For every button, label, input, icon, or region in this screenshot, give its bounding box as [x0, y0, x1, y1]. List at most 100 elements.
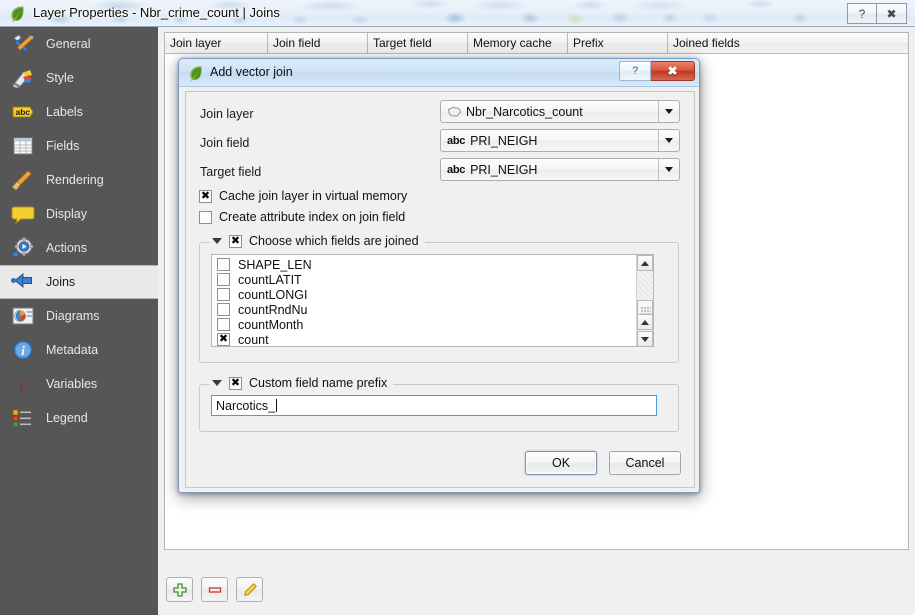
field-list-item[interactable]: countMonth — [212, 317, 653, 332]
column-header[interactable]: Memory cache — [468, 33, 568, 54]
speech-bubble-icon — [10, 202, 36, 226]
column-header[interactable]: Target field — [368, 33, 468, 54]
abc-type-icon: abc — [447, 135, 465, 147]
sidebar-item-display[interactable]: Display — [0, 197, 158, 231]
sidebar-item-legend[interactable]: Legend — [0, 401, 158, 435]
sidebar-item-label: Display — [46, 207, 87, 221]
target-field-dropdown-arrow[interactable] — [658, 159, 679, 180]
sidebar-item-joins[interactable]: Joins — [0, 265, 158, 299]
choose-fields-checkbox[interactable] — [229, 235, 242, 248]
field-item-label: countMonth — [238, 318, 303, 332]
sidebar-item-metadata[interactable]: i Metadata — [0, 333, 158, 367]
column-header[interactable]: Joined fields — [668, 33, 908, 54]
field-list-item[interactable]: count — [212, 332, 653, 347]
edit-join-button[interactable] — [236, 577, 263, 602]
scroll-down-arrow[interactable] — [637, 331, 653, 347]
join-field-combo[interactable]: abc PRI_NEIGH — [440, 129, 680, 152]
sidebar-item-fields[interactable]: Fields — [0, 129, 158, 163]
field-item-checkbox[interactable] — [217, 318, 230, 331]
choose-fields-label: Choose which fields are joined — [249, 234, 419, 248]
join-layer-label: Join layer — [200, 107, 254, 121]
sidebar-item-style[interactable]: Style — [0, 61, 158, 95]
joined-fields-list[interactable]: SHAPE_LENcountLATITcountLONGIcountRndNuc… — [211, 254, 654, 347]
custom-prefix-group: Custom field name prefix Narcotics_ — [199, 384, 679, 432]
join-layer-label-row: Join layer — [200, 102, 254, 125]
joins-toolbar — [166, 577, 263, 602]
field-list-item[interactable]: countLONGI — [212, 287, 653, 302]
scroll-up-arrow[interactable] — [637, 255, 653, 271]
sidebar-item-actions[interactable]: Actions — [0, 231, 158, 265]
abc-type-icon: abc — [447, 164, 465, 176]
dialog-ok-button[interactable]: OK — [525, 451, 597, 475]
custom-prefix-input[interactable]: Narcotics_ — [211, 395, 657, 416]
dialog-close-button[interactable]: ✖ — [651, 61, 695, 81]
field-item-checkbox[interactable] — [217, 333, 230, 346]
field-item-checkbox[interactable] — [217, 303, 230, 316]
join-field-label-row: Join field — [200, 131, 249, 154]
yellow-pencil-icon — [242, 582, 258, 598]
custom-prefix-group-title: Custom field name prefix — [210, 376, 393, 390]
sidebar-item-label: Actions — [46, 241, 87, 255]
field-item-checkbox[interactable] — [217, 288, 230, 301]
properties-sidebar: General Style abcLabels Fields — [0, 27, 158, 615]
field-item-label: count — [238, 333, 269, 347]
qgis-leaf-icon — [188, 65, 204, 81]
cache-join-layer-label: Cache join layer in virtual memory — [219, 189, 407, 203]
join-layer-combo[interactable]: Nbr_Narcotics_count — [440, 100, 680, 123]
join-field-dropdown-arrow[interactable] — [658, 130, 679, 151]
window-title: Layer Properties - Nbr_crime_count | Joi… — [33, 5, 280, 20]
attribute-index-checkbox-row[interactable]: Create attribute index on join field — [199, 210, 405, 224]
add-join-button[interactable] — [166, 577, 193, 602]
sidebar-item-variables[interactable]: ε Variables — [0, 367, 158, 401]
attribute-index-label: Create attribute index on join field — [219, 210, 405, 224]
sidebar-item-label: Rendering — [46, 173, 104, 187]
broom-icon — [10, 168, 36, 192]
window-help-button[interactable]: ? — [847, 3, 877, 24]
field-item-label: countRndNu — [238, 303, 308, 317]
column-header[interactable]: Join field — [268, 33, 368, 54]
dialog-title: Add vector join — [210, 65, 293, 79]
dialog-window-controls: ? ✖ — [619, 61, 695, 81]
custom-prefix-value: Narcotics_ — [216, 399, 275, 413]
field-list-item[interactable]: countLATIT — [212, 272, 653, 287]
sidebar-item-diagrams[interactable]: Diagrams — [0, 299, 158, 333]
sidebar-item-label: Variables — [46, 377, 97, 391]
choose-fields-group: Choose which fields are joined SHAPE_LEN… — [199, 242, 679, 363]
abc-label-icon: abc — [10, 100, 36, 124]
column-header[interactable]: Join layer — [165, 33, 268, 54]
field-item-checkbox[interactable] — [217, 258, 230, 271]
remove-join-button[interactable] — [201, 577, 228, 602]
field-list-item[interactable]: SHAPE_LEN — [212, 257, 653, 272]
collapse-triangle-icon[interactable] — [212, 238, 222, 244]
scroll-up-arrow-secondary[interactable] — [637, 314, 653, 330]
custom-prefix-checkbox[interactable] — [229, 377, 242, 390]
dialog-help-button[interactable]: ? — [619, 61, 651, 81]
collapse-triangle-icon[interactable] — [212, 380, 222, 386]
green-plus-icon — [172, 582, 188, 598]
column-header[interactable]: Prefix — [568, 33, 668, 54]
join-field-label: Join field — [200, 136, 249, 150]
sidebar-item-rendering[interactable]: Rendering — [0, 163, 158, 197]
scrollbar-track[interactable] — [637, 271, 653, 300]
window-controls: ? ✖ — [847, 3, 907, 24]
window-titlebar: Layer Properties - Nbr_crime_count | Joi… — [0, 0, 915, 27]
sidebar-item-label: Fields — [46, 139, 79, 153]
dialog-cancel-button[interactable]: Cancel — [609, 451, 681, 475]
field-list-item[interactable]: countRndNu — [212, 302, 653, 317]
sidebar-item-general[interactable]: General — [0, 27, 158, 61]
epsilon-icon: ε — [10, 372, 36, 396]
sidebar-item-label: Style — [46, 71, 74, 85]
cache-join-layer-checkbox-row[interactable]: Cache join layer in virtual memory — [199, 189, 407, 203]
window-close-button[interactable]: ✖ — [877, 3, 907, 24]
field-item-checkbox[interactable] — [217, 273, 230, 286]
sidebar-item-label: Metadata — [46, 343, 98, 357]
target-field-combo[interactable]: abc PRI_NEIGH — [440, 158, 680, 181]
qgis-leaf-icon — [9, 5, 26, 22]
svg-text:i: i — [21, 343, 25, 358]
fields-list-scrollbar[interactable] — [636, 255, 653, 347]
join-layer-dropdown-arrow[interactable] — [658, 101, 679, 122]
field-item-label: SHAPE_LEN — [238, 258, 312, 272]
cache-join-layer-checkbox[interactable] — [199, 190, 212, 203]
sidebar-item-labels[interactable]: abcLabels — [0, 95, 158, 129]
attribute-index-checkbox[interactable] — [199, 211, 212, 224]
